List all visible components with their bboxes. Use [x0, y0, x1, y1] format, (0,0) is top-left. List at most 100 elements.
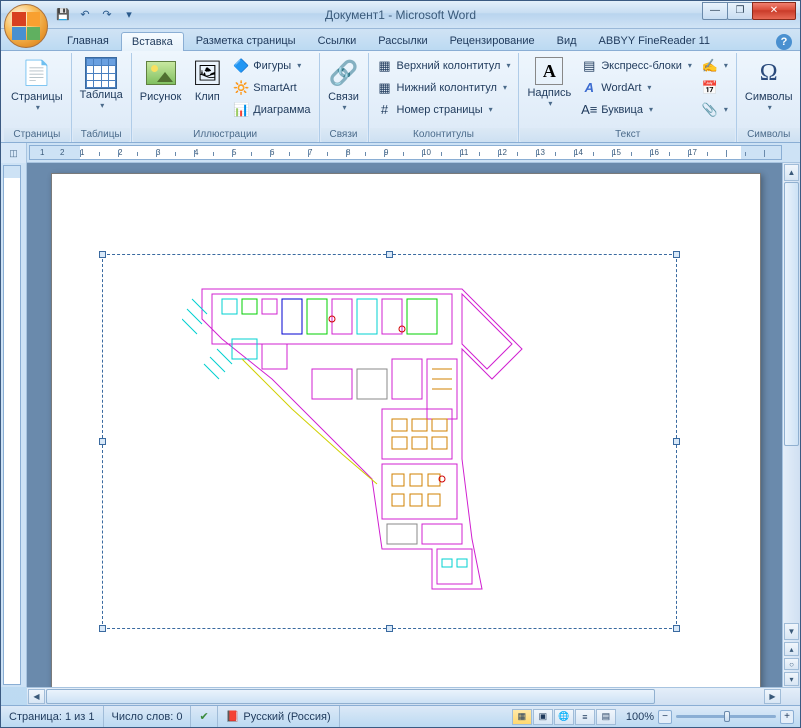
resize-handle-bl[interactable] — [99, 625, 106, 632]
qat-undo-button[interactable]: ↶ — [75, 5, 95, 25]
view-outline[interactable]: ≡ — [575, 709, 595, 725]
view-print-layout[interactable]: ▦ — [512, 709, 532, 725]
resize-handle-tr[interactable] — [673, 251, 680, 258]
maximize-button[interactable]: ❐ — [727, 2, 753, 20]
footer-button[interactable]: ▦Нижний колонтитул▾ — [373, 77, 515, 98]
close-button[interactable]: ✕ — [752, 2, 796, 20]
zoom-in-button[interactable]: + — [780, 710, 794, 724]
zoom-slider[interactable] — [676, 715, 776, 718]
hscroll-track[interactable] — [46, 688, 763, 705]
vscroll-thumb[interactable] — [784, 182, 799, 446]
image-selection[interactable] — [102, 254, 677, 629]
tab-page-layout[interactable]: Разметка страницы — [186, 32, 306, 50]
group-symbols-label: Символы — [738, 128, 800, 142]
chart-label: Диаграмма — [253, 104, 310, 116]
zoom-out-button[interactable]: − — [658, 710, 672, 724]
zoom-value[interactable]: 100% — [626, 711, 654, 723]
tab-abbyy[interactable]: ABBYY FineReader 11 — [589, 32, 721, 50]
pagenum-button[interactable]: #Номер страницы▾ — [373, 99, 515, 120]
dropdown-icon: ▾ — [506, 61, 510, 70]
vertical-ruler[interactable] — [1, 163, 27, 687]
picture-icon — [145, 57, 177, 89]
group-text-label: Текст — [520, 128, 734, 142]
ribbon: 📄 Страницы ▾ Страницы Таблица ▾ Таблицы — [1, 51, 800, 143]
group-symbols: Ω Символы ▾ Символы — [737, 53, 801, 142]
resize-handle-bm[interactable] — [386, 625, 393, 632]
resize-handle-mr[interactable] — [673, 438, 680, 445]
group-headerfooter: ▦Верхний колонтитул▾ ▦Нижний колонтитул▾… — [369, 53, 520, 142]
view-web[interactable]: 🌐 — [554, 709, 574, 725]
wordart-icon: A — [581, 80, 597, 96]
smartart-button[interactable]: 🔆SmartArt — [229, 77, 314, 98]
picture-button[interactable]: Рисунок — [136, 55, 186, 105]
table-button[interactable]: Таблица ▾ — [76, 55, 127, 112]
tab-mailings[interactable]: Рассылки — [368, 32, 437, 50]
status-words[interactable]: Число слов: 0 — [104, 706, 192, 727]
links-button[interactable]: 🔗 Связи ▾ — [324, 55, 364, 114]
pages-button[interactable]: 📄 Страницы ▾ — [7, 55, 67, 114]
group-headerfooter-label: Колонтитулы — [370, 128, 518, 142]
resize-handle-ml[interactable] — [99, 438, 106, 445]
clip-button[interactable]: 🖼 Клип — [187, 55, 227, 105]
document-area[interactable] — [27, 163, 782, 687]
horizontal-ruler[interactable]: 121234567891011121314151617 — [29, 145, 782, 160]
header-button[interactable]: ▦Верхний колонтитул▾ — [373, 55, 515, 76]
horizontal-ruler-area: ◫ 121234567891011121314151617 — [1, 143, 800, 163]
vertical-scrollbar[interactable]: ▲ ▼ ▴ ○ ▾ — [782, 163, 800, 687]
header-icon: ▦ — [377, 58, 393, 74]
resize-handle-tm[interactable] — [386, 251, 393, 258]
qat-save-button[interactable]: 💾 — [53, 5, 73, 25]
group-pages-label: Страницы — [4, 128, 70, 142]
shapes-icon: 🔷 — [233, 58, 249, 74]
tab-review[interactable]: Рецензирование — [440, 32, 545, 50]
tab-home[interactable]: Главная — [57, 32, 119, 50]
datetime-button[interactable]: 📅 — [698, 77, 732, 98]
status-spellcheck[interactable]: ✔ — [191, 706, 217, 727]
quickparts-button[interactable]: ▤Экспресс-блоки▾ — [577, 55, 696, 76]
group-text: A Надпись ▾ ▤Экспресс-блоки▾ AWordArt▾ A… — [519, 53, 736, 142]
browse-select-button[interactable]: ○ — [784, 658, 799, 670]
qat-customize-button[interactable]: ▾ — [119, 5, 139, 25]
tab-insert[interactable]: Вставка — [121, 32, 184, 51]
view-draft[interactable]: ▤ — [596, 709, 616, 725]
scroll-down-button[interactable]: ▼ — [784, 623, 799, 640]
spellcheck-icon: ✔ — [199, 710, 208, 723]
signature-button[interactable]: ✍▾ — [698, 55, 732, 76]
symbols-label: Символы — [745, 91, 793, 103]
resize-handle-br[interactable] — [673, 625, 680, 632]
scroll-right-button[interactable]: ▶ — [764, 689, 781, 704]
scroll-left-button[interactable]: ◀ — [28, 689, 45, 704]
tab-view[interactable]: Вид — [547, 32, 587, 50]
status-page[interactable]: Страница: 1 из 1 — [1, 706, 104, 727]
minimize-button[interactable]: — — [702, 2, 728, 20]
dropcap-button[interactable]: A≡Буквица▾ — [577, 99, 696, 120]
object-button[interactable]: 📎▾ — [698, 99, 732, 120]
horizontal-scrollbar[interactable]: ◀ ▶ — [27, 687, 800, 705]
dropdown-icon: ▾ — [647, 83, 651, 92]
ribbon-tabs: Главная Вставка Разметка страницы Ссылки… — [1, 29, 800, 51]
chart-button[interactable]: 📊Диаграмма — [229, 99, 314, 120]
qat-redo-button[interactable]: ↷ — [97, 5, 117, 25]
vscroll-track[interactable] — [784, 182, 799, 622]
tab-references[interactable]: Ссылки — [308, 32, 367, 50]
scroll-up-button[interactable]: ▲ — [784, 164, 799, 181]
symbols-button[interactable]: Ω Символы ▾ — [741, 55, 797, 114]
shapes-button[interactable]: 🔷Фигуры▾ — [229, 55, 314, 76]
browse-next-button[interactable]: ▾ — [784, 672, 799, 686]
wordart-button[interactable]: AWordArt▾ — [577, 77, 696, 98]
zoom-thumb[interactable] — [724, 711, 730, 722]
textbox-label: Надпись — [527, 87, 571, 99]
browse-prev-button[interactable]: ▴ — [784, 642, 799, 656]
resize-handle-tl[interactable] — [99, 251, 106, 258]
ruler-corner[interactable]: ◫ — [1, 143, 27, 163]
status-language[interactable]: 📕Русский (Россия) — [218, 706, 340, 727]
dropdown-icon: ▾ — [36, 103, 40, 112]
office-button[interactable] — [4, 4, 48, 48]
view-fullscreen[interactable]: ▣ — [533, 709, 553, 725]
page[interactable] — [51, 173, 761, 687]
pagenum-label: Номер страницы — [397, 104, 483, 116]
dropdown-icon: ▾ — [342, 103, 346, 112]
hscroll-thumb[interactable] — [46, 689, 655, 704]
help-button[interactable]: ? — [776, 34, 792, 50]
textbox-button[interactable]: A Надпись ▾ — [523, 55, 575, 110]
